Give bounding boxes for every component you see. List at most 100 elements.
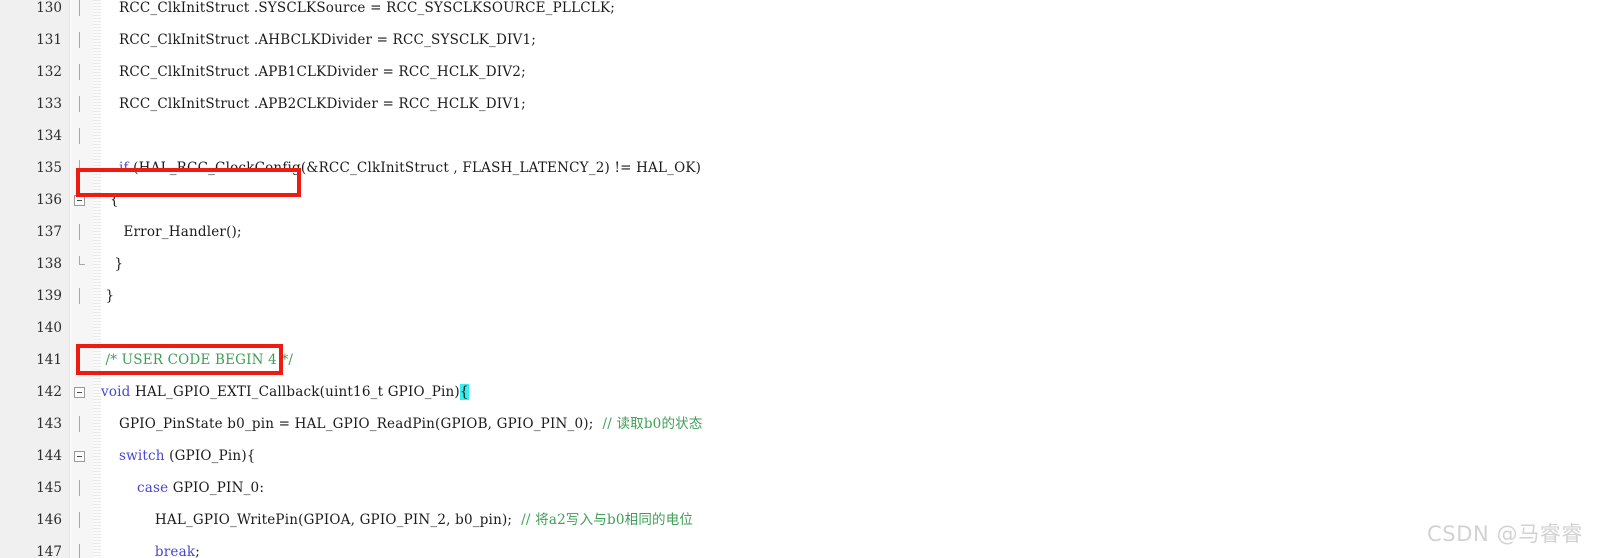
code-token-plain: GPIO_PinState b0_pin = HAL_GPIO_ReadPin(… <box>101 416 603 432</box>
fold-guide-line <box>79 416 80 432</box>
line-number: 139 <box>36 288 62 304</box>
code-text: break; <box>101 544 1597 558</box>
code-token-plain: RCC_ClkInitStruct .APB2CLKDivider = RCC_… <box>101 96 526 112</box>
code-line-147[interactable]: 147 break; <box>0 544 1597 558</box>
fold-guide-line <box>79 64 80 80</box>
code-line-144[interactable]: 144 switch (GPIO_Pin){ <box>0 448 1597 464</box>
code-line-136[interactable]: 136 { <box>0 192 1597 208</box>
code-token-cmt: // 将a2写入与b0相同的电位 <box>521 512 694 528</box>
code-token-plain: HAL_GPIO_EXTI_Callback(uint16_t GPIO_Pin… <box>130 384 460 400</box>
fold-guide-line <box>79 160 80 176</box>
line-number: 141 <box>36 352 62 368</box>
code-token-plain: (GPIO_Pin){ <box>164 448 256 464</box>
code-line-143[interactable]: 143 GPIO_PinState b0_pin = HAL_GPIO_Read… <box>0 416 1597 432</box>
code-token-kw: void <box>101 384 131 400</box>
code-text: RCC_ClkInitStruct .APB1CLKDivider = RCC_… <box>101 64 1597 80</box>
line-number: 146 <box>36 512 62 528</box>
fold-guide-line <box>79 96 80 112</box>
fold-guide-line <box>79 224 80 240</box>
code-token-plain: GPIO_PIN_0: <box>168 480 265 496</box>
csdn-watermark: CSDN @马睿睿 <box>1427 522 1583 546</box>
code-text: /* USER CODE BEGIN 4 */ <box>101 352 1597 368</box>
code-editor[interactable]: 130 RCC_ClkInitStruct .SYSCLKSource = RC… <box>0 0 1597 558</box>
fold-collapse-icon[interactable] <box>74 387 85 398</box>
code-token-plain: RCC_ClkInitStruct .APB1CLKDivider = RCC_… <box>101 64 526 80</box>
code-text: RCC_ClkInitStruct .APB2CLKDivider = RCC_… <box>101 96 1597 112</box>
code-line-134[interactable]: 134 <box>0 128 1597 144</box>
code-line-140[interactable]: 140 <box>0 320 1597 336</box>
indent-guide-column <box>93 0 101 558</box>
line-number: 132 <box>36 64 62 80</box>
code-line-139[interactable]: 139 } <box>0 288 1597 304</box>
line-number: 133 <box>36 96 62 112</box>
fold-guide-line <box>79 544 80 558</box>
line-number: 145 <box>36 480 62 496</box>
code-text: case GPIO_PIN_0: <box>101 480 1597 496</box>
line-number: 147 <box>36 544 62 558</box>
fold-guide-line <box>79 0 80 16</box>
line-number: 130 <box>36 0 62 16</box>
code-token-kw: break <box>154 544 196 558</box>
code-token-kw: case <box>136 480 169 496</box>
code-text: RCC_ClkInitStruct .SYSCLKSource = RCC_SY… <box>101 0 1597 16</box>
code-folding-gutter[interactable] <box>71 0 93 558</box>
code-token-plain: Error_Handler(); <box>101 224 242 240</box>
line-number: 131 <box>36 32 62 48</box>
line-number: 140 <box>36 320 62 336</box>
code-line-142[interactable]: 142 void HAL_GPIO_EXTI_Callback(uint16_t … <box>0 384 1597 400</box>
code-line-146[interactable]: 146 HAL_GPIO_WritePin(GPIOA, GPIO_PIN_2,… <box>0 512 1597 528</box>
fold-guide-line <box>79 32 80 48</box>
code-line-131[interactable]: 131 RCC_ClkInitStruct .AHBCLKDivider = R… <box>0 32 1597 48</box>
fold-guide-line <box>79 480 80 496</box>
code-token-cmt: // 读取b0的状态 <box>602 416 703 432</box>
code-line-132[interactable]: 132 RCC_ClkInitStruct .APB1CLKDivider = … <box>0 64 1597 80</box>
code-token-plain: RCC_ClkInitStruct .AHBCLKDivider = RCC_S… <box>101 32 537 48</box>
code-token-plain: (HAL_RCC_ClockConfig(&RCC_ClkInitStruct … <box>128 160 702 176</box>
code-token-plain: } <box>101 256 124 272</box>
code-text: HAL_GPIO_WritePin(GPIOA, GPIO_PIN_2, b0_… <box>101 512 1597 528</box>
line-number: 143 <box>36 416 62 432</box>
fold-collapse-icon[interactable] <box>74 195 85 206</box>
code-line-137[interactable]: 137 Error_Handler(); <box>0 224 1597 240</box>
line-number: 134 <box>36 128 62 144</box>
code-text: Error_Handler(); <box>101 224 1597 240</box>
code-line-141[interactable]: 141 /* USER CODE BEGIN 4 */ <box>0 352 1597 368</box>
code-text: GPIO_PinState b0_pin = HAL_GPIO_ReadPin(… <box>101 416 1597 432</box>
code-token-plain: { <box>101 192 119 208</box>
code-line-145[interactable]: 145 case GPIO_PIN_0: <box>0 480 1597 496</box>
code-text: void HAL_GPIO_EXTI_Callback(uint16_t GPI… <box>101 384 1597 400</box>
code-lines-container: 130 RCC_ClkInitStruct .SYSCLKSource = RC… <box>0 0 1597 558</box>
code-line-133[interactable]: 133 RCC_ClkInitStruct .APB2CLKDivider = … <box>0 96 1597 112</box>
code-line-138[interactable]: 138 } <box>0 256 1597 272</box>
code-text: } <box>101 288 1597 304</box>
line-number: 138 <box>36 256 62 272</box>
code-token-plain: HAL_GPIO_WritePin(GPIOA, GPIO_PIN_2, b0_… <box>101 512 522 528</box>
fold-guide-line <box>79 512 80 528</box>
line-number: 135 <box>36 160 62 176</box>
code-text: switch (GPIO_Pin){ <box>101 448 1597 464</box>
fold-guide-line <box>79 288 80 304</box>
line-number: 136 <box>36 192 62 208</box>
code-line-130[interactable]: 130 RCC_ClkInitStruct .SYSCLKSource = RC… <box>0 0 1597 16</box>
code-text: RCC_ClkInitStruct .AHBCLKDivider = RCC_S… <box>101 32 1597 48</box>
code-token-brace-hl: { <box>459 384 469 400</box>
code-token-plain: ; <box>195 544 200 558</box>
code-token-kw: if <box>118 160 129 176</box>
code-token-kw: switch <box>118 448 165 464</box>
fold-end-marker <box>79 256 85 265</box>
line-number-gutter <box>0 0 70 558</box>
line-number: 142 <box>36 384 62 400</box>
code-token-plain: } <box>101 288 115 304</box>
code-line-135[interactable]: 135 if (HAL_RCC_ClockConfig(&RCC_ClkInit… <box>0 160 1597 176</box>
code-text: { <box>101 192 1597 208</box>
line-number: 137 <box>36 224 62 240</box>
code-token-cmt: /* USER CODE BEGIN 4 */ <box>101 352 294 368</box>
fold-guide-line <box>79 128 80 144</box>
code-token-plain: RCC_ClkInitStruct .SYSCLKSource = RCC_SY… <box>101 0 615 16</box>
fold-collapse-icon[interactable] <box>74 451 85 462</box>
code-text: if (HAL_RCC_ClockConfig(&RCC_ClkInitStru… <box>101 160 1597 176</box>
